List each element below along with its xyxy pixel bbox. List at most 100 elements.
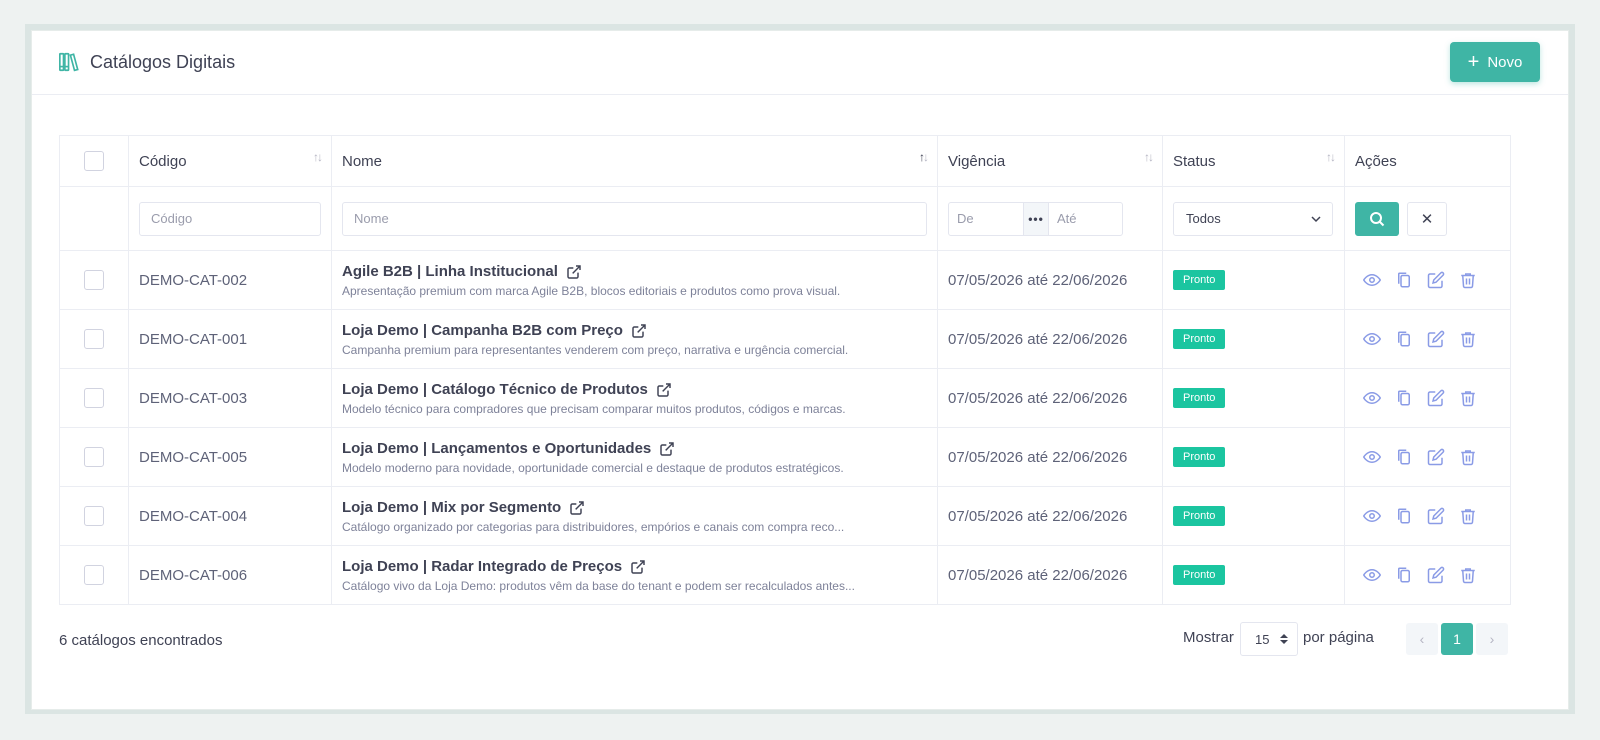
- row-checkbox[interactable]: [84, 329, 104, 349]
- status-filter-select[interactable]: Todos: [1173, 201, 1333, 236]
- status-selected-value: Todos: [1186, 211, 1221, 226]
- card-header: Catálogos Digitais + Novo: [32, 31, 1568, 95]
- status-badge: Pronto: [1173, 270, 1226, 290]
- delete-icon[interactable]: [1459, 389, 1477, 407]
- row-actions: [1355, 389, 1500, 407]
- sort-icon[interactable]: ↑↓: [1144, 150, 1154, 164]
- table-row: DEMO-CAT-006 Loja Demo | Radar Integrado …: [59, 545, 1511, 605]
- catalog-table: Código ↑↓ Nome ↑↓ Vigência ↑↓ Status ↑↓ Açõe…: [59, 135, 1511, 605]
- delete-icon[interactable]: [1459, 330, 1477, 348]
- external-link-icon[interactable]: [631, 323, 647, 339]
- date-from-input[interactable]: De: [949, 203, 1023, 235]
- row-name-link[interactable]: Loja Demo | Lançamentos e Oportunidades: [342, 440, 651, 458]
- row-checkbox[interactable]: [84, 447, 104, 467]
- code-filter-input[interactable]: Código: [139, 201, 321, 236]
- table-row: DEMO-CAT-001 Loja Demo | Campanha B2B com…: [59, 309, 1511, 369]
- row-select-cell: [59, 309, 129, 369]
- row-status-cell: Pronto: [1162, 486, 1345, 546]
- view-icon[interactable]: [1363, 389, 1381, 407]
- status-badge: Pronto: [1173, 329, 1226, 349]
- per-page-label: por página: [1303, 629, 1374, 646]
- next-page-button[interactable]: ›: [1476, 623, 1508, 655]
- column-label-validity: Vigência: [948, 152, 1006, 170]
- row-actions-cell: [1344, 250, 1511, 310]
- date-to-input[interactable]: Até: [1049, 203, 1123, 235]
- column-label-name: Nome: [342, 152, 383, 170]
- external-link-icon[interactable]: [656, 382, 672, 398]
- row-status-cell: Pronto: [1162, 427, 1345, 487]
- view-icon[interactable]: [1363, 448, 1381, 466]
- row-checkbox[interactable]: [84, 565, 104, 585]
- copy-icon[interactable]: [1395, 507, 1413, 525]
- external-link-icon[interactable]: [569, 500, 585, 516]
- column-header-actions: Ações: [1344, 135, 1511, 187]
- row-description: Campanha premium para representantes ven…: [342, 342, 849, 357]
- page-button-current[interactable]: 1: [1441, 623, 1473, 655]
- column-header-name[interactable]: Nome ↑↓: [331, 135, 938, 187]
- view-icon[interactable]: [1363, 507, 1381, 525]
- row-actions-cell: [1344, 309, 1511, 369]
- row-validity: 07/05/2026 até 22/06/2026: [937, 486, 1163, 546]
- copy-icon[interactable]: [1395, 448, 1413, 466]
- row-name-link[interactable]: Loja Demo | Radar Integrado de Preços: [342, 558, 622, 576]
- external-link-icon[interactable]: [630, 559, 646, 575]
- view-icon[interactable]: [1363, 330, 1381, 348]
- close-icon: ✕: [1420, 210, 1434, 228]
- page-title: Catálogos Digitais: [90, 52, 236, 72]
- name-filter-input[interactable]: Nome: [342, 201, 927, 236]
- external-link-icon[interactable]: [659, 441, 675, 457]
- sort-icon[interactable]: ↑↓: [313, 150, 323, 164]
- page-size-select[interactable]: 15: [1240, 622, 1298, 656]
- row-code: DEMO-CAT-005: [128, 427, 332, 487]
- copy-icon[interactable]: [1395, 389, 1413, 407]
- date-range-filter: De ••• Até: [948, 201, 1123, 236]
- new-catalog-button[interactable]: + Novo: [1450, 42, 1540, 82]
- row-status-cell: Pronto: [1162, 368, 1345, 428]
- edit-icon[interactable]: [1427, 448, 1445, 466]
- sort-asc-icon[interactable]: ↑↓: [919, 150, 929, 164]
- delete-icon[interactable]: [1459, 566, 1477, 584]
- sort-icon[interactable]: ↑↓: [1326, 150, 1336, 164]
- row-name-link[interactable]: Loja Demo | Catálogo Técnico de Produtos: [342, 381, 648, 399]
- select-all-checkbox[interactable]: [84, 151, 104, 171]
- delete-icon[interactable]: [1459, 271, 1477, 289]
- edit-icon[interactable]: [1427, 330, 1445, 348]
- row-status-cell: Pronto: [1162, 545, 1345, 605]
- clear-filters-button[interactable]: ✕: [1407, 201, 1447, 236]
- column-header-status[interactable]: Status ↑↓: [1162, 135, 1345, 187]
- column-header-code[interactable]: Código ↑↓: [128, 135, 332, 187]
- edit-icon[interactable]: [1427, 566, 1445, 584]
- row-name: Agile B2B | Linha Institucional: [342, 263, 927, 281]
- column-label-code: Código: [139, 152, 187, 170]
- row-description: Modelo técnico para compradores que prec…: [342, 401, 846, 416]
- view-icon[interactable]: [1363, 566, 1381, 584]
- row-name-cell: Loja Demo | Campanha B2B com Preço Campan…: [331, 309, 938, 369]
- row-checkbox[interactable]: [84, 270, 104, 290]
- chevron-down-icon: [1311, 215, 1321, 222]
- row-checkbox[interactable]: [84, 506, 104, 526]
- sort-arrows-icon: [1280, 634, 1288, 644]
- chevron-left-icon: ‹: [1419, 631, 1425, 647]
- copy-icon[interactable]: [1395, 566, 1413, 584]
- search-button[interactable]: [1355, 201, 1399, 236]
- row-name-link[interactable]: Agile B2B | Linha Institucional: [342, 263, 558, 281]
- prev-page-button[interactable]: ‹: [1406, 623, 1438, 655]
- new-button-label: Novo: [1487, 53, 1523, 71]
- column-header-validity[interactable]: Vigência ↑↓: [937, 135, 1163, 187]
- external-link-icon[interactable]: [566, 264, 582, 280]
- row-checkbox[interactable]: [84, 388, 104, 408]
- copy-icon[interactable]: [1395, 271, 1413, 289]
- row-name-link[interactable]: Loja Demo | Mix por Segmento: [342, 499, 561, 517]
- row-name-link[interactable]: Loja Demo | Campanha B2B com Preço: [342, 322, 623, 340]
- edit-icon[interactable]: [1427, 507, 1445, 525]
- delete-icon[interactable]: [1459, 448, 1477, 466]
- edit-icon[interactable]: [1427, 389, 1445, 407]
- status-badge: Pronto: [1173, 388, 1226, 408]
- view-icon[interactable]: [1363, 271, 1381, 289]
- delete-icon[interactable]: [1459, 507, 1477, 525]
- copy-icon[interactable]: [1395, 330, 1413, 348]
- row-name-cell: Loja Demo | Mix por Segmento Catálogo org…: [331, 486, 938, 546]
- date-to-placeholder: Até: [1057, 211, 1077, 226]
- edit-icon[interactable]: [1427, 271, 1445, 289]
- row-select-cell: [59, 368, 129, 428]
